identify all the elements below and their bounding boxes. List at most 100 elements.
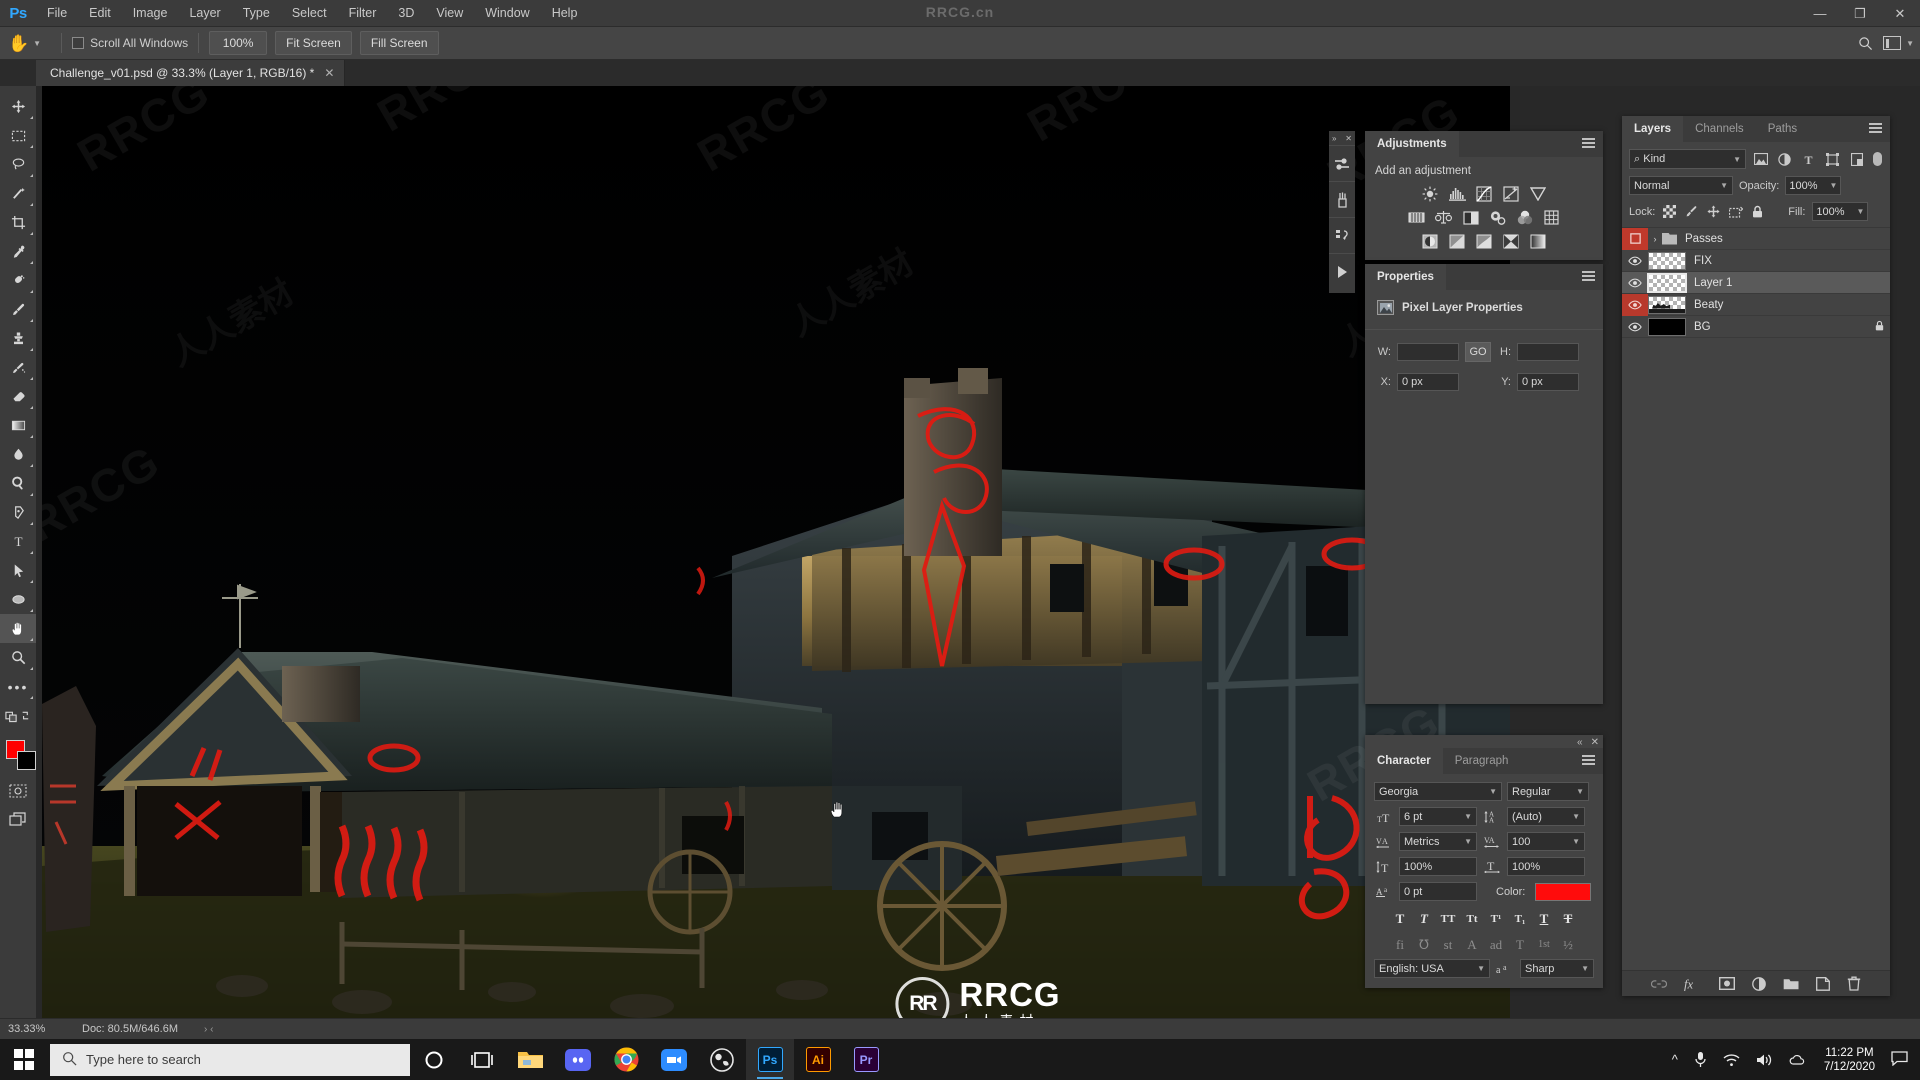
layer-name[interactable]: Beaty <box>1694 299 1890 311</box>
tab-layers[interactable]: Layers <box>1622 116 1684 142</box>
microphone-icon[interactable] <box>1686 1051 1715 1068</box>
document-tab[interactable]: Challenge_v01.psd @ 33.3% (Layer 1, RGB/… <box>36 60 346 86</box>
posterize-icon[interactable] <box>1449 233 1466 250</box>
fill-screen-button[interactable]: Fill Screen <box>359 31 439 55</box>
chrome-icon[interactable] <box>602 1039 650 1080</box>
layer-mask-icon[interactable] <box>1719 977 1735 990</box>
x-input[interactable]: 0 px <box>1397 373 1459 391</box>
y-input[interactable]: 0 px <box>1517 373 1579 391</box>
lock-position-icon[interactable] <box>1706 204 1721 219</box>
table-row[interactable]: › Passes <box>1622 227 1890 250</box>
faux-italic-button[interactable]: T <box>1415 910 1433 927</box>
file-explorer-icon[interactable] <box>506 1039 554 1080</box>
height-input[interactable] <box>1517 343 1579 361</box>
new-layer-icon[interactable] <box>1816 976 1830 991</box>
layer-name[interactable]: FIX <box>1694 255 1890 267</box>
screen-mode-icon[interactable] <box>0 805 36 834</box>
minimize-button[interactable]: — <box>1800 0 1840 27</box>
notification-icon[interactable] <box>1885 1050 1920 1069</box>
standard-ligatures-button[interactable]: fi <box>1391 936 1409 953</box>
pen-tool[interactable] <box>0 498 36 527</box>
layer-visibility-toggle[interactable] <box>1622 316 1648 338</box>
menu-image[interactable]: Image <box>122 0 179 27</box>
clone-stamp-tool[interactable] <box>0 324 36 353</box>
anti-alias-select[interactable]: Sharp ▼ <box>1520 959 1594 978</box>
baseline-shift-input[interactable]: 0 pt <box>1399 882 1477 901</box>
zoom-level[interactable]: 33.33% <box>0 1023 58 1035</box>
layer-visibility-toggle[interactable] <box>1622 250 1648 272</box>
font-family-select[interactable]: Georgia ▼ <box>1374 782 1502 801</box>
type-filter-icon[interactable]: T <box>1799 150 1818 169</box>
tab-properties[interactable]: Properties <box>1365 264 1446 290</box>
edit-toolbar-tool[interactable]: ••• <box>0 672 36 701</box>
tab-paths[interactable]: Paths <box>1755 116 1810 142</box>
vibrance-icon[interactable] <box>1530 185 1547 202</box>
shape-filter-icon[interactable] <box>1823 150 1842 169</box>
layer-name[interactable]: BG <box>1694 321 1868 333</box>
exposure-icon[interactable] <box>1503 185 1520 202</box>
delete-layer-icon[interactable] <box>1847 976 1861 991</box>
history-dock-icon[interactable] <box>1329 217 1355 253</box>
quick-mask-mode-icon[interactable] <box>0 776 36 805</box>
layer-style-fx-icon[interactable]: fx <box>1684 977 1702 991</box>
menu-type[interactable]: Type <box>232 0 281 27</box>
strikethrough-button[interactable]: T <box>1559 910 1577 927</box>
lock-image-pixels-icon[interactable] <box>1684 204 1699 219</box>
layer-visibility-toggle[interactable] <box>1622 227 1648 250</box>
leading-select[interactable]: (Auto) ▼ <box>1507 807 1585 826</box>
horizontal-scale-input[interactable]: 100% <box>1507 857 1585 876</box>
volume-icon[interactable] <box>1748 1053 1780 1067</box>
layer-thumbnail[interactable] <box>1648 295 1686 314</box>
underline-button[interactable]: T <box>1535 910 1553 927</box>
magic-wand-tool[interactable] <box>0 179 36 208</box>
threshold-icon[interactable] <box>1476 233 1493 250</box>
opacity-input[interactable]: 100% ▼ <box>1785 176 1842 195</box>
vertical-scale-input[interactable]: 100% <box>1399 857 1477 876</box>
hue-saturation-icon[interactable] <box>1408 209 1425 226</box>
subscript-button[interactable]: T₁ <box>1511 910 1529 927</box>
photo-filter-icon[interactable] <box>1489 209 1506 226</box>
black-white-icon[interactable] <box>1462 209 1479 226</box>
selective-color-icon[interactable] <box>1503 233 1520 250</box>
hand-tool[interactable] <box>0 614 36 643</box>
new-fill-adjustment-icon[interactable] <box>1752 976 1766 991</box>
dodge-tool[interactable] <box>0 469 36 498</box>
adjustment-filter-icon[interactable] <box>1775 150 1794 169</box>
tracking-select[interactable]: 100 ▼ <box>1507 832 1585 851</box>
obs-icon[interactable] <box>698 1039 746 1080</box>
eyedropper-tool[interactable] <box>0 237 36 266</box>
font-style-select[interactable]: Regular ▼ <box>1507 782 1589 801</box>
taskbar-clock[interactable]: 11:22 PM 7/12/2020 <box>1814 1046 1885 1074</box>
ordinals-button[interactable]: 1st <box>1535 936 1553 953</box>
zoom-100-button[interactable]: 100% <box>209 31 268 55</box>
lock-all-icon[interactable] <box>1750 204 1765 219</box>
fill-input[interactable]: 100% ▼ <box>1812 202 1869 221</box>
zoom-tool[interactable] <box>0 643 36 672</box>
tab-channels[interactable]: Channels <box>1683 116 1756 142</box>
levels-icon[interactable] <box>1448 185 1466 202</box>
status-arrows-icon[interactable]: › ‹ <box>204 1024 213 1035</box>
artboard[interactable]: RRCG RRCG RRCG RRCG RRCG 人人素材 人人素材 人人素材 … <box>42 86 1510 1030</box>
document-info[interactable]: Doc: 80.5M/646.6M <box>58 1023 178 1035</box>
tab-adjustments[interactable]: Adjustments <box>1365 131 1459 157</box>
illustrator-icon[interactable]: Ai <box>794 1039 842 1080</box>
lock-artboard-icon[interactable] <box>1728 204 1743 219</box>
color-lookup-icon[interactable] <box>1543 209 1560 226</box>
rectangular-marquee-tool[interactable] <box>0 121 36 150</box>
titling-alternates-button[interactable]: T <box>1511 936 1529 953</box>
actions-dock-icon[interactable] <box>1329 253 1355 289</box>
width-input[interactable] <box>1397 343 1459 361</box>
chevron-right-icon[interactable]: › <box>1648 234 1662 244</box>
kerning-select[interactable]: Metrics ▼ <box>1399 832 1477 851</box>
type-tool[interactable]: T <box>0 527 36 556</box>
table-row[interactable]: FIX <box>1622 250 1890 272</box>
wifi-icon[interactable] <box>1715 1053 1748 1067</box>
contextual-alternates-button[interactable]: ℧ <box>1415 936 1433 953</box>
search-icon[interactable] <box>1858 36 1873 51</box>
onedrive-icon[interactable] <box>1780 1053 1814 1067</box>
panel-menu-icon[interactable] <box>1582 271 1595 283</box>
layer-name[interactable]: Passes <box>1685 233 1890 245</box>
workspace-switcher-icon[interactable]: ▼ <box>1883 36 1914 50</box>
table-row[interactable]: BG <box>1622 316 1890 338</box>
filter-toggle-switch[interactable] <box>1871 150 1883 169</box>
